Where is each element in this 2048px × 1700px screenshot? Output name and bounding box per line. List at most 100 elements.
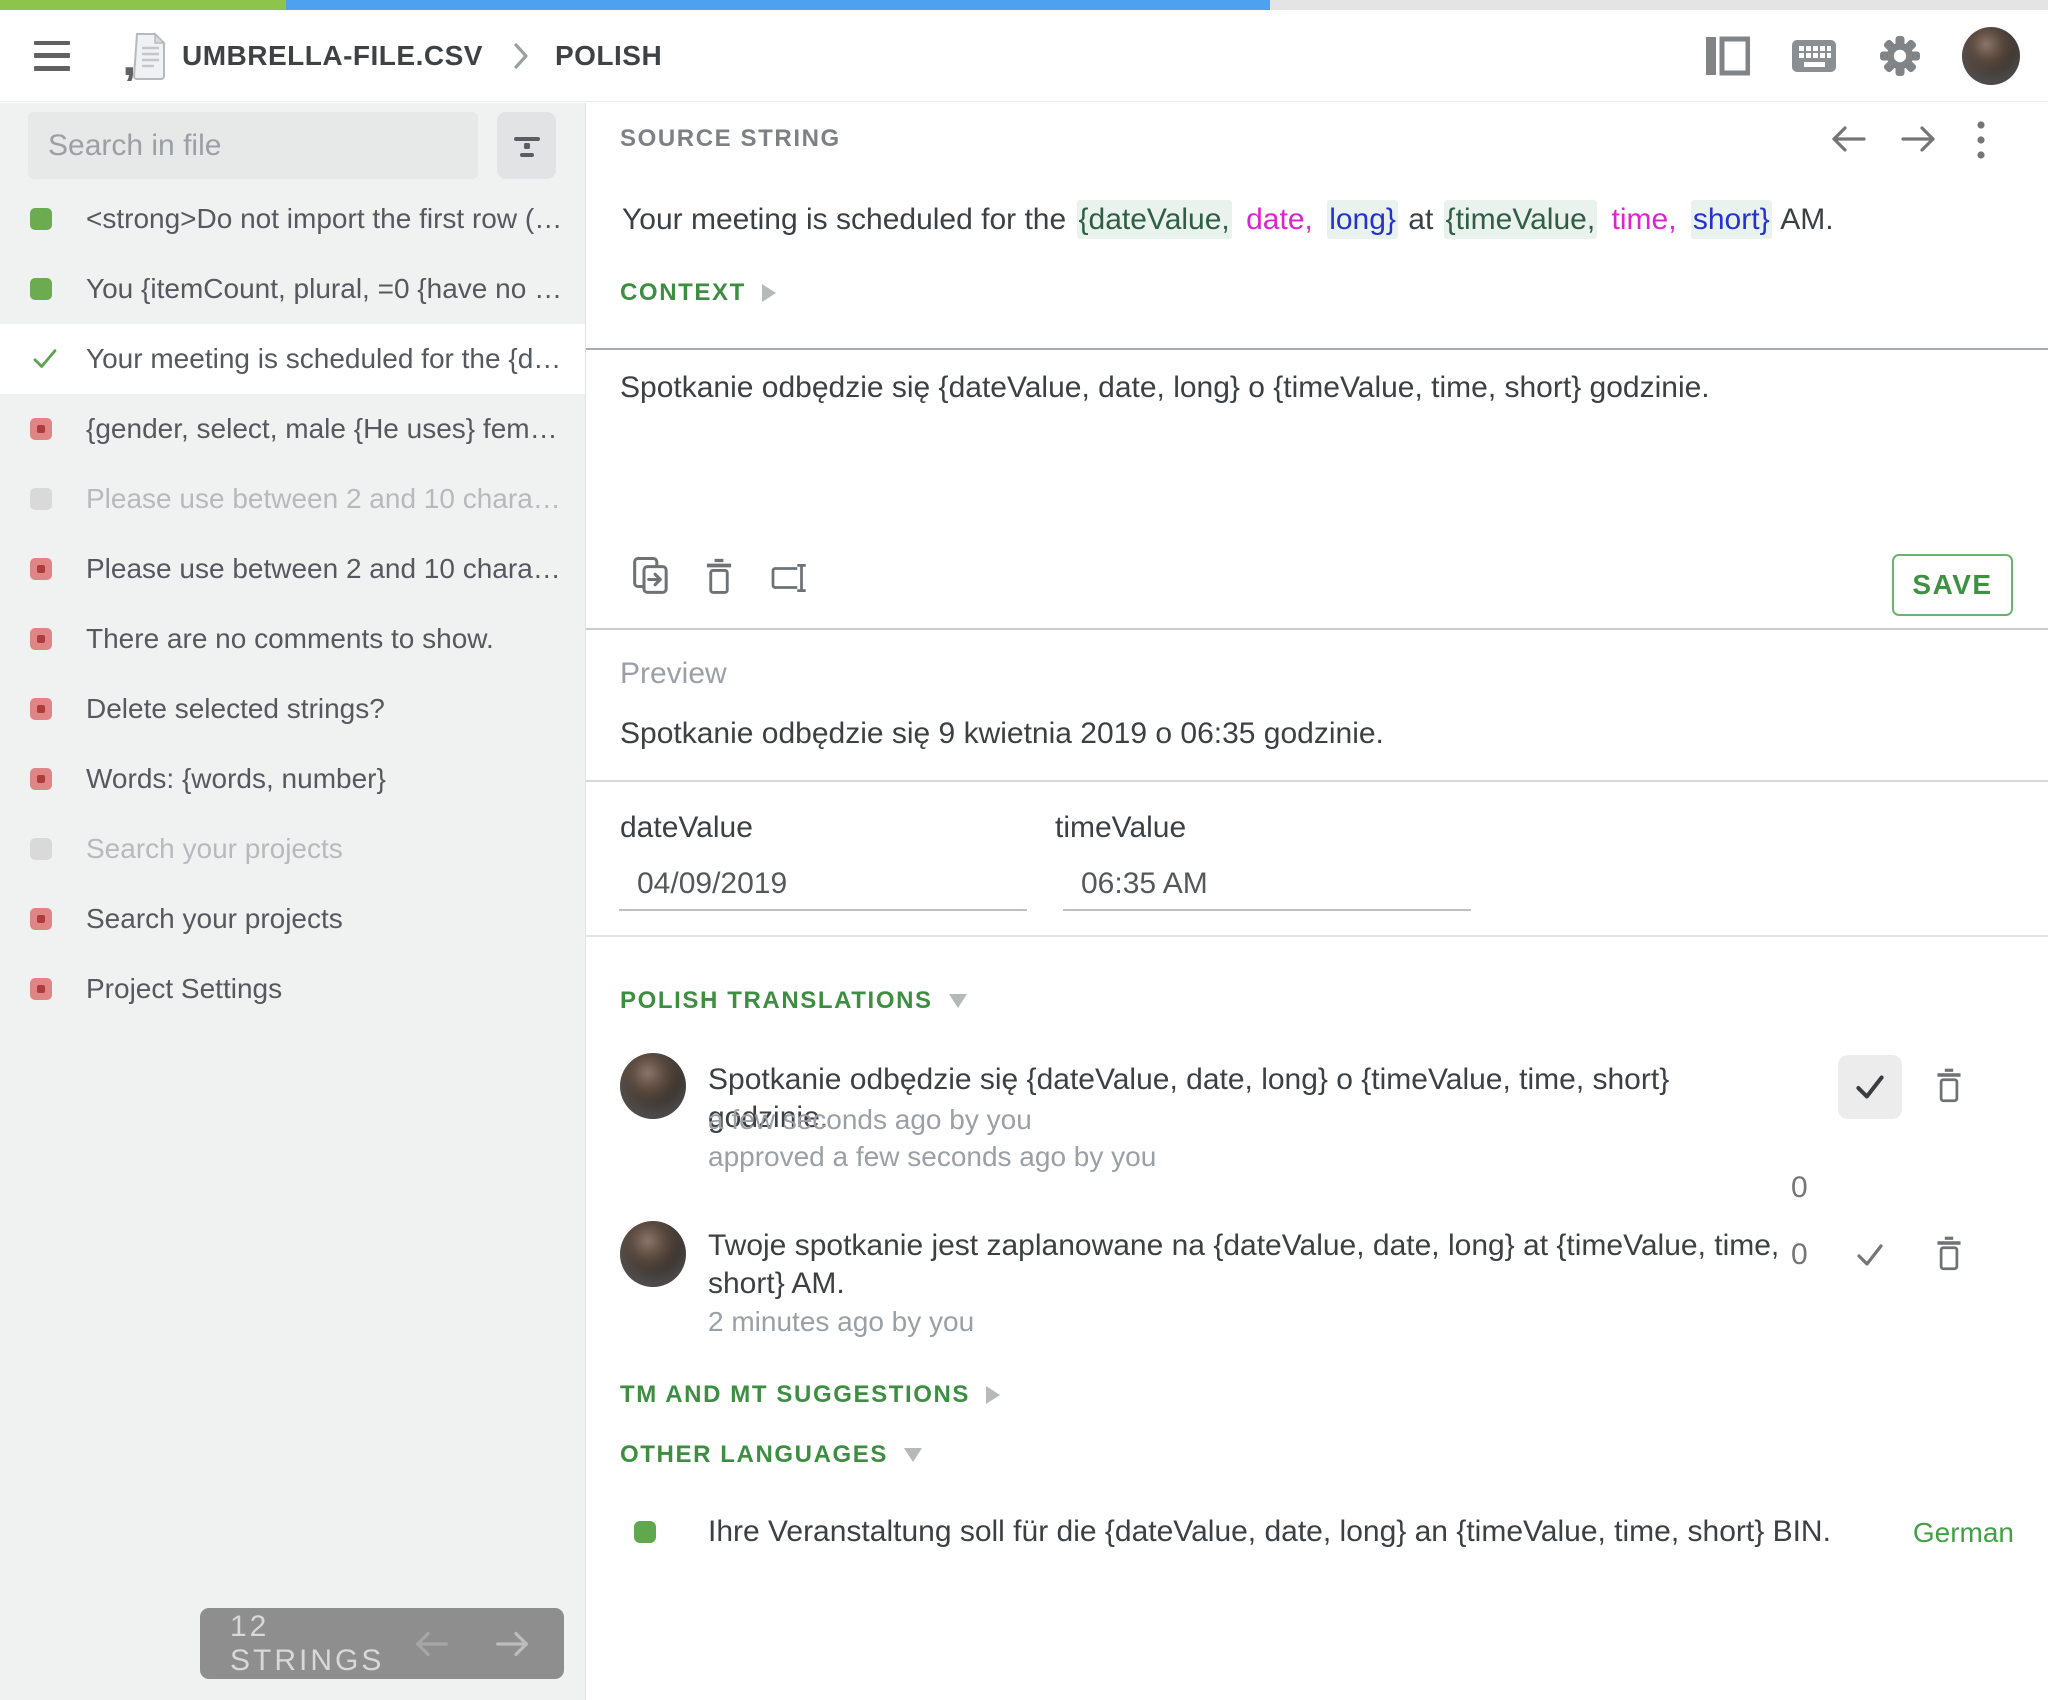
- translator-avatar: [620, 1053, 686, 1119]
- translation-progress-bar: [0, 0, 2048, 10]
- approve-translation-button[interactable]: [1838, 1055, 1902, 1119]
- string-list-item[interactable]: Project Settings: [0, 954, 585, 1024]
- string-list-item-text: Search your projects: [86, 903, 585, 935]
- expand-right-icon: [986, 1386, 1000, 1404]
- tm-mt-suggestions-toggle[interactable]: TM AND MT SUGGESTIONS: [620, 1381, 1000, 1409]
- string-status-icon: [30, 488, 64, 510]
- string-list-item-text: Please use between 2 and 10 characters: [86, 483, 585, 515]
- string-status-icon: [30, 628, 64, 650]
- string-list-item[interactable]: There are no comments to show.: [0, 604, 585, 674]
- param-name-timevalue: timeValue: [1055, 811, 1186, 845]
- string-list-item[interactable]: Delete selected strings?: [0, 674, 585, 744]
- tm-mt-suggestions-label: TM AND MT SUGGESTIONS: [620, 1381, 970, 1409]
- string-list-item[interactable]: Search your projects: [0, 814, 585, 884]
- string-list-item-text: There are no comments to show.: [86, 623, 585, 655]
- string-list-item[interactable]: Your meeting is scheduled for the {dateV…: [0, 324, 585, 394]
- source-string-label: SOURCE STRING: [620, 125, 841, 153]
- param-input-timevalue[interactable]: 06:35 AM: [1081, 867, 1208, 901]
- prev-string-arrow-icon[interactable]: [410, 1628, 452, 1660]
- collapse-down-icon: [949, 994, 967, 1008]
- string-status-icon: [30, 978, 64, 1000]
- strings-count-label: 12 STRINGS: [230, 1610, 410, 1678]
- save-button[interactable]: SAVE: [1892, 554, 2013, 616]
- search-input[interactable]: [28, 129, 478, 163]
- user-avatar[interactable]: [1962, 27, 2020, 85]
- translation-entry-approved-meta: approved a few seconds ago by you: [708, 1141, 1156, 1173]
- delete-entry-icon[interactable]: [1930, 1065, 1968, 1107]
- string-status-icon: [30, 558, 64, 580]
- string-list-item-text: You {itemCount, plural, =0 {have no proj…: [86, 273, 585, 305]
- string-status-icon: [30, 208, 64, 230]
- strings-count-pill: 12 STRINGS: [200, 1608, 564, 1679]
- delete-entry-icon[interactable]: [1930, 1233, 1968, 1275]
- collapse-down-icon: [904, 1448, 922, 1462]
- string-status-icon: [30, 908, 64, 930]
- string-list-item-text: Search your projects: [86, 833, 585, 865]
- string-list-item-text: <strong>Do not import the first row (hea…: [86, 203, 585, 235]
- string-list-item[interactable]: Please use between 2 and 10 characters: [0, 464, 585, 534]
- next-string-icon[interactable]: [1897, 123, 1941, 155]
- translation-entry-text: Twoje spotkanie jest zaplanowane na {dat…: [708, 1227, 1788, 1303]
- polish-translations-label: POLISH TRANSLATIONS: [620, 987, 933, 1015]
- string-list-item-text: Words: {words, number}: [86, 763, 585, 795]
- filter-button[interactable]: [497, 112, 556, 179]
- context-label: CONTEXT: [620, 279, 746, 307]
- editor-panel: SOURCE STRING Your meeting is scheduled …: [586, 103, 2048, 1700]
- vote-count: 0: [1791, 1171, 1808, 1205]
- approve-translation-button[interactable]: [1838, 1223, 1902, 1287]
- preview-label: Preview: [620, 657, 727, 691]
- polish-translations-toggle[interactable]: POLISH TRANSLATIONS: [620, 987, 967, 1015]
- previous-string-icon[interactable]: [1826, 123, 1870, 155]
- string-list-item[interactable]: You {itemCount, plural, =0 {have no proj…: [0, 254, 585, 324]
- string-list-item[interactable]: Words: {words, number}: [0, 744, 585, 814]
- string-status-icon: [30, 768, 64, 790]
- breadcrumb-file-name[interactable]: UMBRELLA-FILE.CSV: [182, 40, 483, 72]
- string-status-icon: [30, 698, 64, 720]
- string-status-icon: [30, 418, 64, 440]
- vote-count: 0: [1791, 1238, 1808, 1272]
- breadcrumb-language[interactable]: POLISH: [555, 40, 662, 72]
- string-status-icon: [30, 278, 64, 300]
- delete-translation-icon[interactable]: [699, 555, 739, 599]
- string-list-item[interactable]: Search your projects: [0, 884, 585, 954]
- preview-text: Spotkanie odbędzie się 9 kwietnia 2019 o…: [620, 717, 1384, 751]
- check-icon: [1851, 1068, 1889, 1106]
- string-list: <strong>Do not import the first row (hea…: [0, 184, 585, 1024]
- translation-editor[interactable]: Spotkanie odbędzie się {dateValue, date,…: [620, 371, 2010, 521]
- search-box: [28, 112, 478, 179]
- csv-file-icon: ,: [122, 31, 168, 81]
- param-name-datevalue: dateValue: [620, 811, 753, 845]
- string-list-item[interactable]: {gender, select, male {He uses} female {…: [0, 394, 585, 464]
- other-languages-toggle[interactable]: OTHER LANGUAGES: [620, 1441, 922, 1469]
- other-language-link[interactable]: German: [1913, 1517, 2014, 1549]
- kebab-menu-icon[interactable]: [1974, 117, 1988, 163]
- other-language-status-icon: [634, 1521, 656, 1543]
- insert-placeholder-icon[interactable]: [770, 559, 814, 597]
- other-languages-label: OTHER LANGUAGES: [620, 1441, 888, 1469]
- progress-approved-segment: [0, 0, 286, 10]
- panel-toggle-icon[interactable]: [1704, 35, 1750, 77]
- filter-icon: [510, 129, 544, 163]
- progress-remaining-segment: [1270, 0, 2048, 10]
- progress-translated-segment: [286, 0, 1270, 10]
- string-list-item[interactable]: Please use between 2 and 10 characters: [0, 534, 585, 604]
- translation-entry-meta: a few seconds ago by you: [708, 1104, 1032, 1136]
- gear-icon[interactable]: [1878, 34, 1922, 78]
- translation-entry-meta: 2 minutes ago by you: [708, 1306, 974, 1338]
- copy-source-icon[interactable]: [630, 555, 672, 597]
- next-string-arrow-icon[interactable]: [492, 1628, 534, 1660]
- string-list-item-text: Please use between 2 and 10 characters: [86, 553, 585, 585]
- string-list-item[interactable]: <strong>Do not import the first row (hea…: [0, 184, 585, 254]
- svg-text:,: ,: [122, 31, 136, 81]
- string-status-icon: [30, 344, 64, 374]
- param-input-datevalue[interactable]: 04/09/2019: [637, 867, 787, 901]
- keyboard-icon[interactable]: [1790, 36, 1838, 76]
- breadcrumb-chevron-icon: [513, 42, 529, 70]
- string-list-item-text: Project Settings: [86, 973, 585, 1005]
- string-list-item-text: Your meeting is scheduled for the {dateV…: [86, 343, 585, 375]
- hamburger-menu-icon[interactable]: [34, 41, 74, 71]
- expand-right-icon: [762, 284, 776, 302]
- string-list-item-text: {gender, select, male {He uses} female {…: [86, 413, 585, 445]
- context-toggle[interactable]: CONTEXT: [620, 279, 776, 307]
- translator-avatar: [620, 1221, 686, 1287]
